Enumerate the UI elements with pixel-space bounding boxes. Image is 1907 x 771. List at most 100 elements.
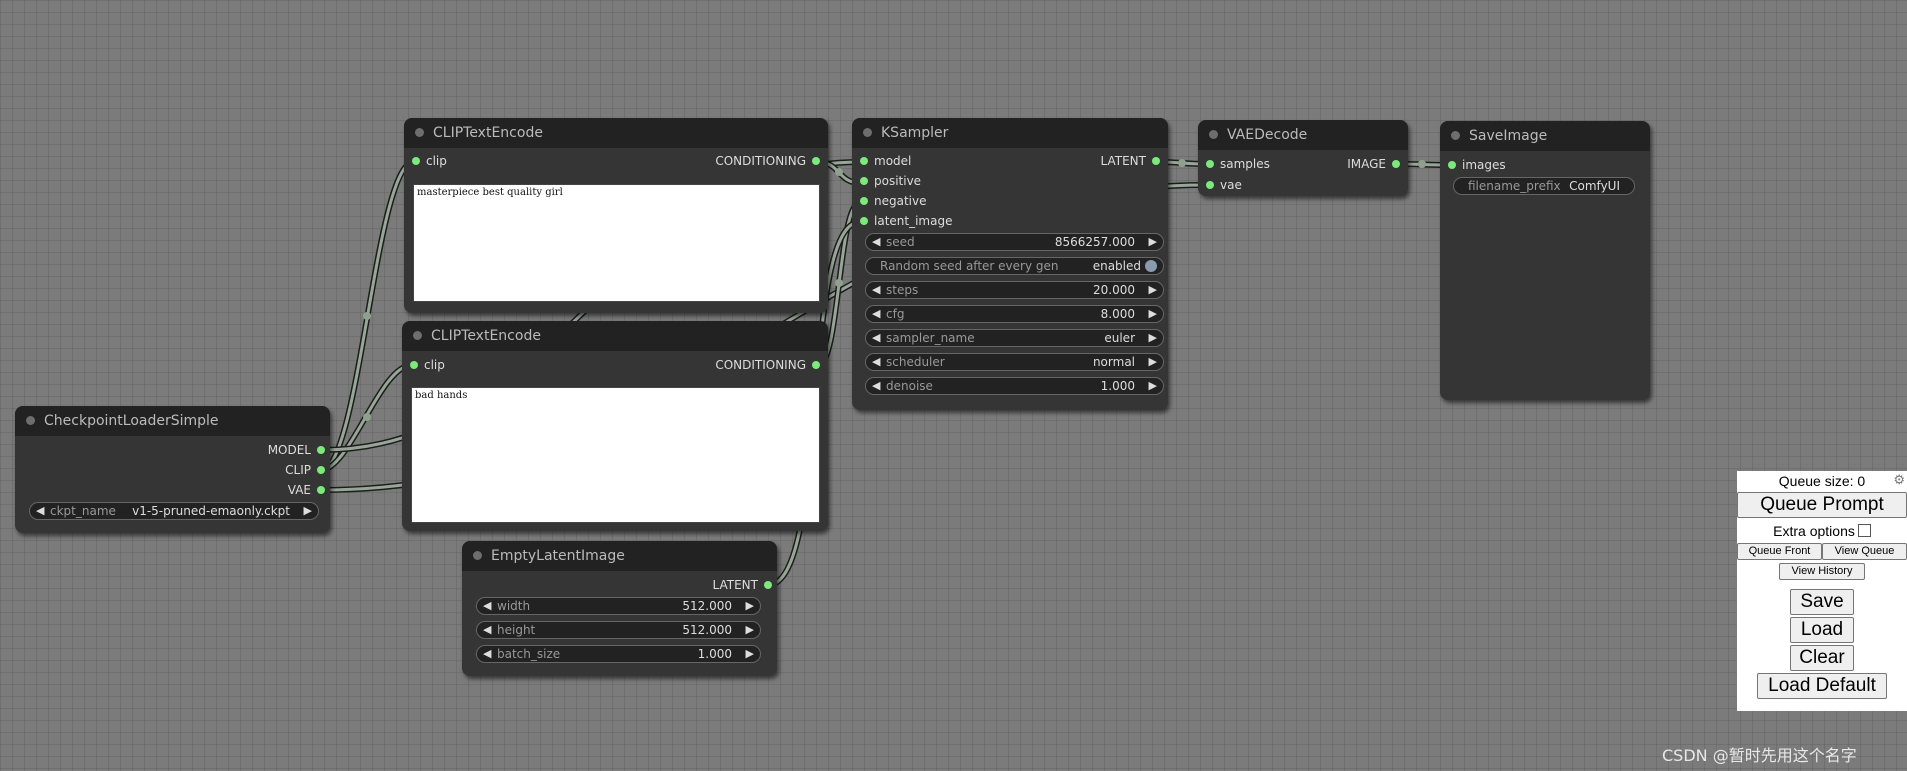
view-queue-button[interactable]: View Queue [1822, 543, 1907, 560]
save-button[interactable]: Save [1790, 589, 1854, 615]
sampler-name-widget[interactable]: ◀ sampler_name euler ▶ [865, 329, 1164, 347]
increment-arrow-icon[interactable]: ▶ [1149, 378, 1157, 394]
queue-prompt-button[interactable]: Queue Prompt [1737, 492, 1907, 518]
node-title[interactable]: CheckpointLoaderSimple [15, 406, 330, 436]
decrement-arrow-icon[interactable]: ◀ [872, 282, 880, 298]
input-pin-icon[interactable] [860, 197, 868, 205]
gear-icon[interactable]: ⚙ [1893, 472, 1905, 488]
empty-latent-image-node[interactable]: EmptyLatentImage LATENT ◀ width 512.000 … [462, 541, 777, 676]
output-latent[interactable]: LATENT [1101, 153, 1164, 169]
load-button[interactable]: Load [1790, 617, 1854, 643]
output-conditioning[interactable]: CONDITIONING [715, 153, 824, 169]
decrement-arrow-icon[interactable]: ◀ [483, 598, 491, 614]
output-pin-icon[interactable] [812, 361, 820, 369]
output-pin-icon[interactable] [764, 581, 772, 589]
output-latent[interactable]: LATENT [713, 577, 776, 593]
decrement-arrow-icon[interactable]: ◀ [872, 354, 880, 370]
decrement-arrow-icon[interactable]: ◀ [872, 330, 880, 346]
input-model[interactable]: model [856, 153, 911, 169]
decrement-arrow-icon[interactable]: ◀ [872, 378, 880, 394]
clear-button[interactable]: Clear [1790, 645, 1854, 671]
decrement-arrow-icon[interactable]: ◀ [872, 234, 880, 250]
ksampler-node[interactable]: KSampler model positive negative latent_… [852, 118, 1168, 410]
input-clip[interactable]: clip [406, 357, 445, 373]
output-pin-icon[interactable] [317, 466, 325, 474]
output-pin-icon[interactable] [317, 486, 325, 494]
output-image[interactable]: IMAGE [1347, 156, 1404, 172]
increment-arrow-icon[interactable]: ▶ [1149, 306, 1157, 322]
prompt-textarea[interactable]: masterpiece best quality girl [413, 184, 820, 302]
clip-text-encode-negative-node[interactable]: CLIPTextEncode clip CONDITIONING bad han… [402, 321, 828, 531]
filename-prefix-widget[interactable]: filename_prefix ComfyUI [1453, 177, 1635, 195]
save-image-node[interactable]: SaveImage images filename_prefix ComfyUI [1440, 121, 1650, 400]
node-title[interactable]: KSampler [852, 118, 1168, 148]
input-latent-image[interactable]: latent_image [856, 213, 952, 229]
random-seed-toggle[interactable]: Random seed after every gen enabled [865, 257, 1164, 275]
seed-widget[interactable]: ◀ seed 8566257.000 ▶ [865, 233, 1164, 251]
input-pin-icon[interactable] [860, 217, 868, 225]
increment-arrow-icon[interactable]: ▶ [1149, 330, 1157, 346]
output-pin-icon[interactable] [1392, 160, 1400, 168]
decrement-arrow-icon[interactable]: ◀ [36, 503, 44, 519]
load-default-button[interactable]: Load Default [1757, 673, 1887, 699]
output-pin-icon[interactable] [1152, 157, 1160, 165]
increment-arrow-icon[interactable]: ▶ [304, 503, 312, 519]
node-title[interactable]: SaveImage [1440, 121, 1650, 151]
scheduler-widget[interactable]: ◀ scheduler normal ▶ [865, 353, 1164, 371]
input-vae[interactable]: vae [1202, 177, 1242, 193]
ckpt-name-widget[interactable]: ◀ ckpt_name v1-5-pruned-emaonly.ckpt ▶ [29, 502, 319, 520]
collapse-dot-icon[interactable] [1209, 130, 1218, 139]
node-title[interactable]: EmptyLatentImage [462, 541, 777, 571]
increment-arrow-icon[interactable]: ▶ [1149, 234, 1157, 250]
increment-arrow-icon[interactable]: ▶ [746, 646, 754, 662]
input-negative[interactable]: negative [856, 193, 926, 209]
input-pin-icon[interactable] [1206, 181, 1214, 189]
checkpoint-loader-node[interactable]: CheckpointLoaderSimple MODEL CLIP VAE ◀ … [15, 406, 330, 533]
batch-size-widget[interactable]: ◀ batch_size 1.000 ▶ [476, 645, 761, 663]
input-clip[interactable]: clip [408, 153, 447, 169]
input-pin-icon[interactable] [410, 361, 418, 369]
output-pin-icon[interactable] [812, 157, 820, 165]
node-title[interactable]: CLIPTextEncode [402, 321, 828, 351]
decrement-arrow-icon[interactable]: ◀ [872, 306, 880, 322]
collapse-dot-icon[interactable] [413, 331, 422, 340]
height-widget[interactable]: ◀ height 512.000 ▶ [476, 621, 761, 639]
toggle-knob-icon[interactable] [1145, 260, 1157, 272]
output-vae[interactable]: VAE [288, 482, 329, 498]
node-title[interactable]: CLIPTextEncode [404, 118, 828, 148]
input-pin-icon[interactable] [860, 177, 868, 185]
input-positive[interactable]: positive [856, 173, 921, 189]
increment-arrow-icon[interactable]: ▶ [1149, 282, 1157, 298]
input-pin-icon[interactable] [412, 157, 420, 165]
prompt-textarea[interactable]: bad hands [411, 387, 820, 523]
width-widget[interactable]: ◀ width 512.000 ▶ [476, 597, 761, 615]
node-title[interactable]: VAEDecode [1198, 120, 1408, 150]
increment-arrow-icon[interactable]: ▶ [746, 622, 754, 638]
output-model[interactable]: MODEL [268, 442, 329, 458]
input-images[interactable]: images [1444, 157, 1506, 173]
collapse-dot-icon[interactable] [415, 128, 424, 137]
output-clip[interactable]: CLIP [285, 462, 329, 478]
view-history-button[interactable]: View History [1779, 563, 1865, 580]
collapse-dot-icon[interactable] [863, 128, 872, 137]
input-pin-icon[interactable] [860, 157, 868, 165]
extra-options-checkbox[interactable] [1857, 524, 1871, 537]
increment-arrow-icon[interactable]: ▶ [746, 598, 754, 614]
vae-decode-node[interactable]: VAEDecode samples vae IMAGE [1198, 120, 1408, 196]
cfg-widget[interactable]: ◀ cfg 8.000 ▶ [865, 305, 1164, 323]
collapse-dot-icon[interactable] [473, 551, 482, 560]
input-pin-icon[interactable] [1206, 160, 1214, 168]
steps-widget[interactable]: ◀ steps 20.000 ▶ [865, 281, 1164, 299]
increment-arrow-icon[interactable]: ▶ [1149, 354, 1157, 370]
collapse-dot-icon[interactable] [26, 416, 35, 425]
output-pin-icon[interactable] [317, 446, 325, 454]
decrement-arrow-icon[interactable]: ◀ [483, 646, 491, 662]
collapse-dot-icon[interactable] [1451, 131, 1460, 140]
decrement-arrow-icon[interactable]: ◀ [483, 622, 491, 638]
output-conditioning[interactable]: CONDITIONING [715, 357, 824, 373]
queue-front-button[interactable]: Queue Front [1737, 543, 1822, 560]
input-samples[interactable]: samples [1202, 156, 1270, 172]
denoise-widget[interactable]: ◀ denoise 1.000 ▶ [865, 377, 1164, 395]
input-pin-icon[interactable] [1448, 161, 1456, 169]
clip-text-encode-positive-node[interactable]: CLIPTextEncode clip CONDITIONING masterp… [404, 118, 828, 313]
